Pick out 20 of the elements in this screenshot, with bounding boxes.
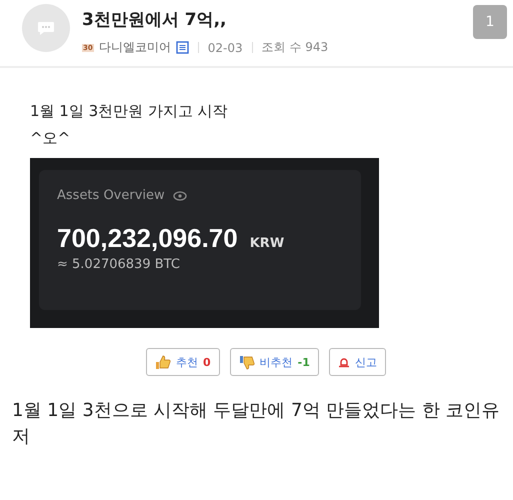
thumbs-down-icon	[238, 354, 255, 370]
currency-label: KRW	[250, 236, 284, 251]
assets-heading: Assets Overview	[57, 188, 165, 203]
eye-icon	[172, 190, 187, 200]
recommend-button[interactable]: 추천 0	[146, 348, 220, 376]
post-text: ^오^	[30, 128, 72, 149]
thumbs-up-icon	[155, 354, 171, 370]
author-name[interactable]: 다니엘코미어	[98, 39, 171, 56]
asset-amount: 700,232,096.70	[57, 223, 238, 254]
not-recommend-button[interactable]: 비추천 -1	[230, 348, 319, 376]
report-button[interactable]: 신고	[328, 348, 386, 376]
document-icon[interactable]	[176, 41, 189, 54]
view-count: 조회 수 943	[262, 39, 328, 56]
siren-icon	[338, 356, 350, 368]
btc-amount: ≈ 5.02706839 BTC	[57, 257, 181, 272]
post-date: 02-03	[208, 40, 243, 54]
post-text: 1월 1일 3천만원 가지고 시작	[30, 101, 229, 122]
post-title: 3천만원에서 7억,,	[82, 9, 228, 31]
chat-bubble-icon	[37, 21, 55, 35]
caption-text: 1월 1일 3천으로 시작해 두달만에 7억 만들었다는 한 코인유저	[11, 399, 501, 449]
